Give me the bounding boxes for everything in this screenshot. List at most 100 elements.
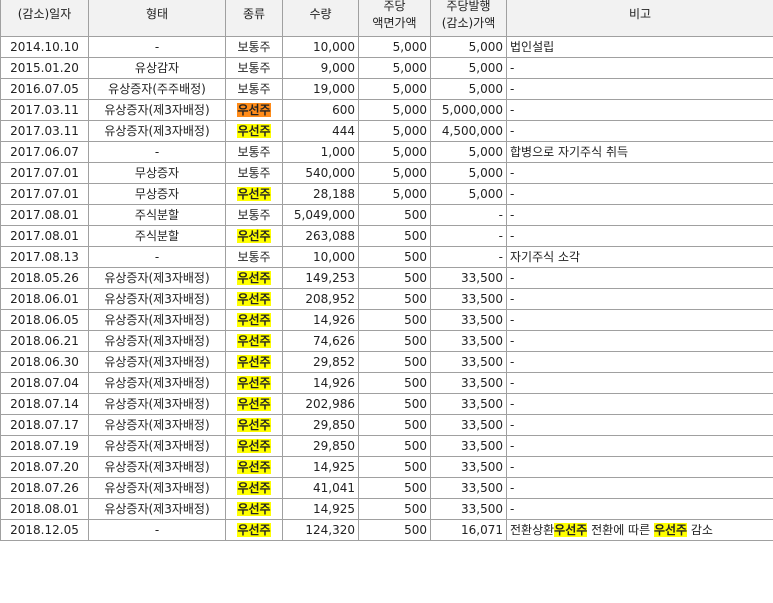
table-row: 2017.08.13- 보통주 10,000 500- 자기주식 소각 <box>0 246 773 268</box>
cell-date: 2017.07.01 <box>0 183 89 205</box>
cell-form: 유상증자(제3자배정) <box>88 498 226 520</box>
table-body: 2014.10.10- 보통주 10,000 5,000 5,000 법인설립 2015.0… <box>0 36 773 541</box>
share-type-label: 우선주 <box>237 271 271 285</box>
share-type-label: 보통주 <box>237 61 271 75</box>
cell-par-value: 500 <box>358 204 431 226</box>
cell-note: - <box>506 498 773 520</box>
cell-date: 2018.07.17 <box>0 414 89 436</box>
cell-quantity: 14,926 <box>282 372 359 394</box>
cell-type: 보통주 <box>225 57 283 79</box>
cell-par-value: 500 <box>358 225 431 247</box>
cell-date: 2015.01.20 <box>0 57 89 79</box>
cell-date: 2017.03.11 <box>0 99 89 121</box>
cell-note: - <box>506 372 773 394</box>
cell-issue-price: 33,500 <box>430 372 507 394</box>
share-type-label: 우선주 <box>237 187 271 201</box>
cell-date: 2018.07.04 <box>0 372 89 394</box>
note-highlight: 우선주 <box>554 523 588 537</box>
cell-par-value: 500 <box>358 456 431 478</box>
table-row: 2018.05.26 유상증자(제3자배정) 우선주 149,253 500 33,500… <box>0 267 773 289</box>
table-row: 2018.08.01 유상증자(제3자배정) 우선주 14,925 500 33,500- <box>0 498 773 520</box>
cell-note: - <box>506 120 773 142</box>
cell-issue-price: 33,500 <box>430 288 507 310</box>
cell-issue-price: 5,000 <box>430 36 507 58</box>
cell-issue-price: 16,071 <box>430 519 507 541</box>
cell-quantity: 202,986 <box>282 393 359 415</box>
cell-quantity: 19,000 <box>282 78 359 100</box>
note-highlight: 우선주 <box>653 523 688 537</box>
cell-issue-price: 33,500 <box>430 393 507 415</box>
cell-issue-price: 5,000 <box>430 162 507 184</box>
note-text: - <box>510 124 515 138</box>
cell-issue-price: - <box>430 246 507 268</box>
table-row: 2018.06.30 유상증자(제3자배정) 우선주 29,852 500 33,500- <box>0 351 773 373</box>
cell-type: 우선주 <box>225 372 283 394</box>
cell-date: 2018.06.01 <box>0 288 89 310</box>
cell-type: 보통주 <box>225 78 283 100</box>
cell-quantity: 10,000 <box>282 36 359 58</box>
note-text: 전환에 따른 <box>587 523 654 537</box>
cell-date: 2018.07.20 <box>0 456 89 478</box>
cell-date: 2018.08.01 <box>0 498 89 520</box>
cell-quantity: 28,188 <box>282 183 359 205</box>
cell-type: 우선주 <box>225 393 283 415</box>
cell-form: 유상증자(제3자배정) <box>88 477 226 499</box>
cell-date: 2017.08.01 <box>0 204 89 226</box>
share-type-label: 우선주 <box>237 523 271 537</box>
cell-note: - <box>506 288 773 310</box>
cell-date: 2018.05.26 <box>0 267 89 289</box>
share-type-label: 보통주 <box>237 82 271 96</box>
note-text: - <box>510 355 515 369</box>
note-text: 감소 <box>687 523 713 537</box>
cell-form: - <box>88 36 226 58</box>
cell-quantity: 29,850 <box>282 414 359 436</box>
cell-note: - <box>506 183 773 205</box>
cell-date: 2018.06.21 <box>0 330 89 352</box>
cell-form: 유상증자(주주배정) <box>88 78 226 100</box>
share-history-table: (감소)일자 형태 종류 수량 주당 액면가액 주당발행 (감소)가액 비고 2… <box>0 0 773 541</box>
cell-quantity: 1,000 <box>282 141 359 163</box>
cell-type: 우선주 <box>225 225 283 247</box>
cell-type: 보통주 <box>225 246 283 268</box>
cell-quantity: 208,952 <box>282 288 359 310</box>
cell-type: 우선주 <box>225 330 283 352</box>
cell-note: - <box>506 78 773 100</box>
cell-par-value: 5,000 <box>358 162 431 184</box>
cell-issue-price: 33,500 <box>430 435 507 457</box>
header-par-value: 주당 액면가액 <box>358 0 431 37</box>
cell-issue-price: 5,000 <box>430 183 507 205</box>
cell-note: - <box>506 57 773 79</box>
cell-type: 보통주 <box>225 36 283 58</box>
note-text: - <box>510 313 515 327</box>
cell-note: - <box>506 330 773 352</box>
share-type-label: 우선주 <box>237 355 271 369</box>
share-type-label: 보통주 <box>237 250 271 264</box>
cell-date: 2018.07.26 <box>0 477 89 499</box>
table-row: 2018.06.21 유상증자(제3자배정) 우선주 74,626 500 33,500- <box>0 330 773 352</box>
note-text: 자기주식 소각 <box>510 250 581 264</box>
cell-quantity: 5,049,000 <box>282 204 359 226</box>
cell-par-value: 500 <box>358 372 431 394</box>
cell-quantity: 149,253 <box>282 267 359 289</box>
cell-date: 2018.07.14 <box>0 393 89 415</box>
cell-quantity: 9,000 <box>282 57 359 79</box>
share-type-label: 보통주 <box>237 40 271 54</box>
cell-form: 유상증자(제3자배정) <box>88 330 226 352</box>
cell-par-value: 5,000 <box>358 99 431 121</box>
cell-note: - <box>506 351 773 373</box>
header-note: 비고 <box>506 0 773 37</box>
note-text: - <box>510 292 515 306</box>
cell-quantity: 540,000 <box>282 162 359 184</box>
cell-type: 우선주 <box>225 120 283 142</box>
cell-date: 2014.10.10 <box>0 36 89 58</box>
share-type-label: 우선주 <box>237 397 271 411</box>
cell-type: 우선주 <box>225 519 283 541</box>
cell-date: 2017.07.01 <box>0 162 89 184</box>
cell-par-value: 500 <box>358 246 431 268</box>
cell-form: 무상증자 <box>88 183 226 205</box>
cell-issue-price: 33,500 <box>430 309 507 331</box>
cell-quantity: 263,088 <box>282 225 359 247</box>
table-row: 2018.07.19 유상증자(제3자배정) 우선주 29,850 500 33,500- <box>0 435 773 457</box>
cell-date: 2018.06.05 <box>0 309 89 331</box>
share-type-label: 우선주 <box>237 460 271 474</box>
